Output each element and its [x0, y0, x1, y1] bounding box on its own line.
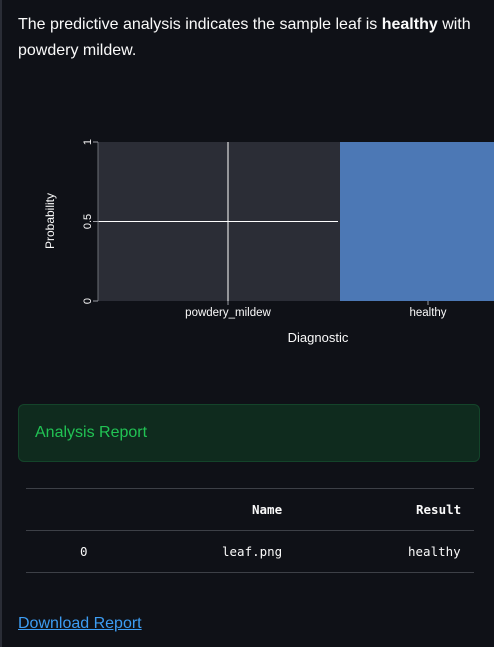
y-tick-label: 1	[82, 139, 94, 145]
results-table: Name Result 0 leaf.png healthy	[26, 488, 474, 573]
y-tick-label: 0	[82, 298, 94, 304]
row-index: 0	[80, 544, 88, 559]
download-report-link[interactable]: Download Report	[18, 615, 142, 633]
x-axis-title: Diagnostic	[288, 330, 349, 345]
summary-prefix: The predictive analysis indicates the sa…	[18, 16, 382, 33]
table-row: 0 leaf.png healthy	[26, 530, 474, 573]
probability-chart: 00.51 powdery_mildew healthy Probability …	[43, 139, 494, 345]
column-header-result: Result	[416, 502, 462, 517]
y-axis-title: Probability	[43, 193, 57, 249]
y-tick-label: 0.5	[82, 214, 94, 229]
analysis-report-banner: Analysis Report	[18, 404, 480, 462]
bar-healthy	[340, 142, 494, 301]
row-result: healthy	[408, 544, 461, 559]
row-name: leaf.png	[222, 544, 283, 559]
diagnosis-summary: The predictive analysis indicates the sa…	[18, 12, 488, 64]
table-header-row: Name Result	[26, 488, 474, 530]
x-tick-label: powdery_mildew	[185, 307, 271, 319]
summary-diagnosis: healthy	[381, 16, 438, 33]
column-header-name: Name	[252, 502, 283, 517]
x-tick-label: healthy	[409, 307, 446, 319]
analysis-report-title: Analysis Report	[35, 424, 148, 441]
